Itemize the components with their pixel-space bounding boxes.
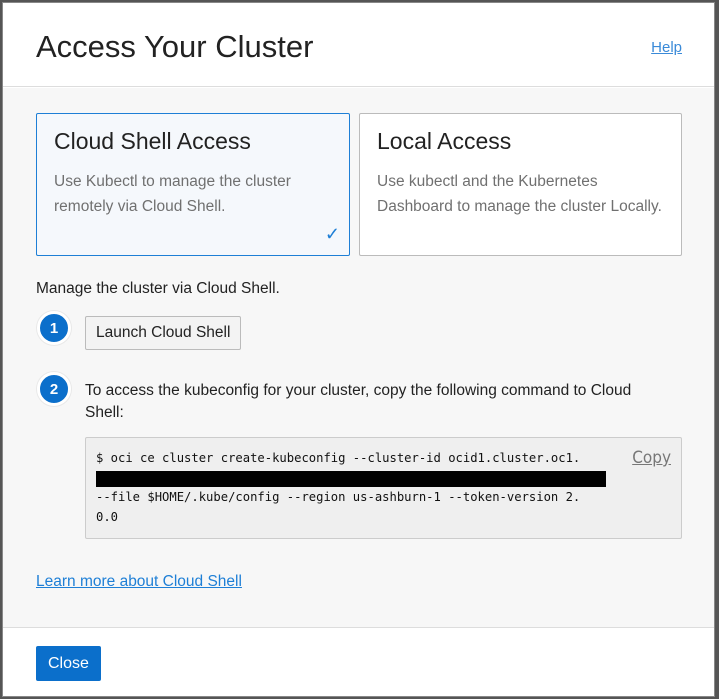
copy-button[interactable]: Copy (632, 448, 671, 469)
checkmark-icon: ✓ (324, 224, 340, 244)
command-box: $ oci ce cluster create-kubeconfig --clu… (85, 437, 682, 539)
redacted-cluster-id (96, 470, 606, 487)
help-link[interactable]: Help (651, 39, 682, 56)
launch-cloud-shell-button[interactable]: Launch Cloud Shell (85, 316, 242, 350)
access-cluster-dialog: Access Your Cluster Help Cloud Shell Acc… (2, 2, 715, 697)
option-description: Use Kubectl to manage the cluster remote… (54, 173, 291, 215)
local-access-option[interactable]: Local Access Use kubectl and the Kuberne… (359, 113, 682, 256)
command-line: $ oci ce cluster create-kubeconfig --clu… (96, 451, 581, 465)
dialog-header: Access Your Cluster Help (3, 3, 714, 87)
dialog-body: Cloud Shell Access Use Kubectl to manage… (3, 88, 714, 628)
option-description: Use kubectl and the Kubernetes Dashboard… (377, 173, 662, 215)
command-line: --file $HOME/.kube/config --region us-as… (96, 490, 581, 504)
step-2-text: To access the kubeconfig for your cluste… (85, 382, 632, 421)
manage-text: Manage the cluster via Cloud Shell. (36, 280, 280, 297)
step-2-badge: 2 (37, 372, 71, 406)
command-line: 0.0 (96, 509, 119, 524)
option-title: Cloud Shell Access (54, 128, 251, 154)
close-button[interactable]: Close (36, 646, 101, 681)
cloud-shell-access-option[interactable]: Cloud Shell Access Use Kubectl to manage… (36, 113, 350, 256)
option-title: Local Access (377, 128, 512, 154)
dialog-title: Access Your Cluster (36, 29, 314, 64)
learn-more-link[interactable]: Learn more about Cloud Shell (36, 573, 242, 591)
step-1-badge: 1 (37, 311, 71, 345)
